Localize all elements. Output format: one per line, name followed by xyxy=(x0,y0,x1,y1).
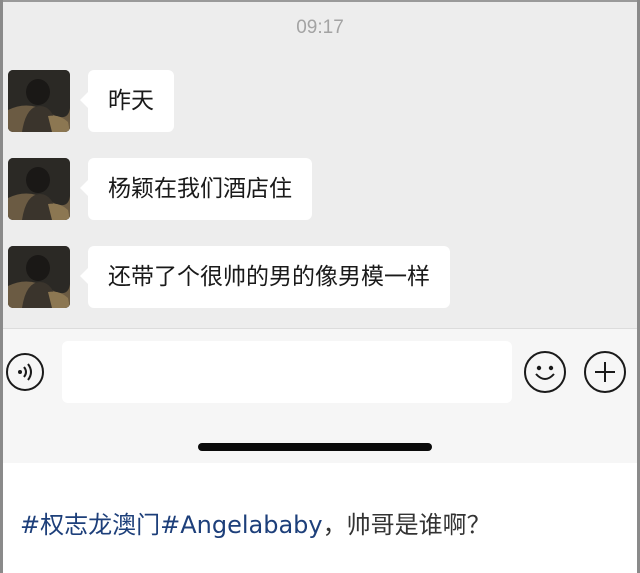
message-row: 还带了个很帅的男的像男模一样 xyxy=(8,246,608,310)
post-caption: #权志龙澳门#Angelababy，帅哥是谁啊？ xyxy=(20,505,491,540)
avatar[interactable] xyxy=(8,246,70,308)
caption-hashtags[interactable]: #权志龙澳门#Angelababy xyxy=(20,511,323,539)
voice-icon[interactable] xyxy=(6,353,44,391)
plus-icon[interactable] xyxy=(584,351,626,393)
message-bubble[interactable]: 还带了个很帅的男的像男模一样 xyxy=(80,246,450,308)
home-indicator[interactable] xyxy=(198,443,432,451)
frame-border-left xyxy=(0,0,3,573)
emoji-icon[interactable] xyxy=(524,351,566,393)
message-row: 昨天 xyxy=(8,70,608,134)
frame-border-top xyxy=(0,0,640,2)
avatar[interactable] xyxy=(8,158,70,220)
message-bubble[interactable]: 昨天 xyxy=(80,70,174,132)
message-input[interactable] xyxy=(62,341,512,403)
caption-text: ，帅哥是谁啊？ xyxy=(322,511,491,539)
message-bubble[interactable]: 杨颖在我们酒店住 xyxy=(80,158,312,220)
message-row: 杨颖在我们酒店住 xyxy=(8,158,608,222)
input-bar xyxy=(0,328,640,463)
message-timestamp: 09:17 xyxy=(296,17,344,38)
screenshot-frame: 09:17 昨天 杨颖在我们酒店住 还带了个很帅的男的像男模一样 #权志龙澳门#… xyxy=(0,0,640,573)
avatar[interactable] xyxy=(8,70,70,132)
chat-area: 09:17 昨天 杨颖在我们酒店住 还带了个很帅的男的像男模一样 xyxy=(0,0,640,328)
